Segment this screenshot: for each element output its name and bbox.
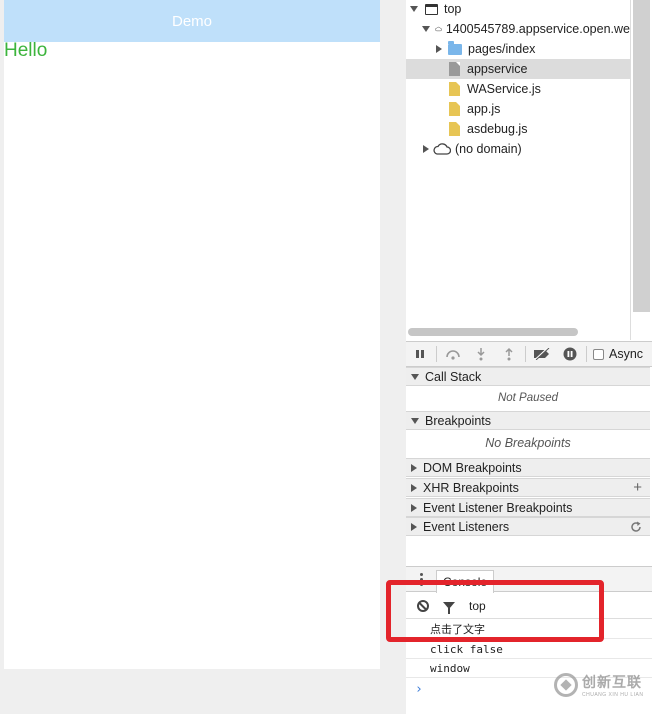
section-title: DOM Breakpoints xyxy=(423,460,522,475)
async-label: Async xyxy=(609,347,644,361)
pause-on-exceptions-button[interactable] xyxy=(556,343,584,365)
collapse-triangle-icon xyxy=(411,417,419,424)
deactivate-breakpoints-button[interactable] xyxy=(528,343,556,365)
collapse-triangle-icon xyxy=(411,373,419,380)
folder-icon xyxy=(448,40,462,55)
tree-item-top[interactable]: top xyxy=(406,0,630,19)
step-out-icon xyxy=(505,347,513,361)
tree-item-asdebug[interactable]: asdebug.js xyxy=(406,119,630,139)
expand-triangle-icon xyxy=(411,503,417,512)
step-into-icon xyxy=(477,348,485,361)
tree-item-no-domain[interactable]: (no domain) xyxy=(406,139,630,159)
tree-item-domain[interactable]: 1400545789.appservice.open.we xyxy=(406,19,630,39)
section-title: Call Stack xyxy=(425,369,482,384)
frame-icon xyxy=(425,3,438,15)
section-title: Breakpoints xyxy=(425,413,492,428)
pause-button[interactable] xyxy=(406,343,434,365)
tree-item-app-js[interactable]: app.js xyxy=(406,99,630,119)
section-title: Event Listeners xyxy=(423,519,510,534)
xhr-breakpoints-header[interactable]: XHR Breakpoints + xyxy=(406,478,650,497)
step-over-button[interactable] xyxy=(439,343,467,365)
toolbar-separator xyxy=(436,346,437,362)
expand-triangle-icon[interactable] xyxy=(423,145,429,153)
expand-triangle-icon xyxy=(411,522,417,531)
debugger-toolbar: Async xyxy=(406,341,652,367)
watermark-text: 创新互联 xyxy=(582,675,642,691)
add-icon[interactable]: + xyxy=(633,479,642,496)
event-listeners-header[interactable]: Event Listeners xyxy=(406,517,650,536)
js-file-icon xyxy=(449,82,460,96)
watermark-subtext: CHUANG XIN HU LIAN xyxy=(582,692,644,698)
expand-triangle-icon[interactable] xyxy=(410,6,418,12)
tree-item-label: top xyxy=(444,2,462,16)
file-icon xyxy=(449,62,460,76)
cloud-icon xyxy=(435,26,442,32)
tree-item-label: asdebug.js xyxy=(467,122,528,136)
call-stack-header[interactable]: Call Stack xyxy=(406,367,650,386)
console-prompt[interactable]: › xyxy=(415,682,423,697)
vertical-scrollbar[interactable] xyxy=(630,0,652,340)
step-into-button[interactable] xyxy=(467,343,495,365)
breakpoints-status: No Breakpoints xyxy=(485,436,571,450)
section-title: Event Listener Breakpoints xyxy=(423,500,573,515)
console-message: click false xyxy=(406,640,652,659)
hello-text[interactable]: Hello xyxy=(4,40,47,62)
toolbar-separator xyxy=(586,346,587,362)
call-stack-status: Not Paused xyxy=(497,392,559,404)
nav-title: Demo xyxy=(171,12,212,30)
pause-icon xyxy=(416,350,424,358)
tree-item-waservice[interactable]: WAService.js xyxy=(406,79,630,99)
section-title: XHR Breakpoints xyxy=(423,480,519,495)
vertical-scrollbar-thumb[interactable] xyxy=(633,0,650,312)
pause-on-exceptions-icon xyxy=(563,347,577,361)
event-listener-breakpoints-header[interactable]: Event Listener Breakpoints xyxy=(406,498,650,517)
tree-item-pages-index[interactable]: pages/index xyxy=(406,39,630,59)
breakpoints-header[interactable]: Breakpoints xyxy=(406,411,650,430)
refresh-icon[interactable] xyxy=(630,521,642,533)
tree-item-label: 1400545789.appservice.open.we xyxy=(445,22,630,36)
tree-item-label: pages/index xyxy=(468,42,536,56)
tree-item-label: app.js xyxy=(467,102,501,116)
js-file-icon xyxy=(449,122,460,136)
tree-item-label: WAService.js xyxy=(467,82,541,96)
expand-triangle-icon[interactable] xyxy=(422,26,430,32)
watermark: 创新互联 CHUANG XIN HU LIAN xyxy=(554,672,644,698)
watermark-logo-icon xyxy=(554,673,578,697)
cloud-icon xyxy=(433,143,451,155)
dom-breakpoints-header[interactable]: DOM Breakpoints xyxy=(406,458,650,477)
simulator-screen: Demo Hello xyxy=(4,0,380,669)
step-over-icon xyxy=(446,350,460,360)
sources-tree: top 1400545789.appservice.open.we pages/… xyxy=(406,0,630,326)
horizontal-scrollbar-thumb[interactable] xyxy=(408,328,578,336)
step-out-button[interactable] xyxy=(495,343,523,365)
toolbar-separator xyxy=(525,346,526,362)
tree-item-label: appservice xyxy=(467,62,528,76)
async-checkbox[interactable] xyxy=(593,348,604,360)
deactivate-breakpoints-icon xyxy=(534,348,550,360)
tree-item-appservice[interactable]: appservice xyxy=(406,59,630,79)
expand-triangle-icon[interactable] xyxy=(436,45,442,53)
expand-triangle-icon xyxy=(411,483,417,492)
navigation-bar: Demo xyxy=(4,0,380,42)
annotation-highlight-box xyxy=(386,580,604,642)
js-file-icon xyxy=(449,102,460,116)
expand-triangle-icon xyxy=(411,463,417,472)
tree-item-label: (no domain) xyxy=(455,142,522,156)
